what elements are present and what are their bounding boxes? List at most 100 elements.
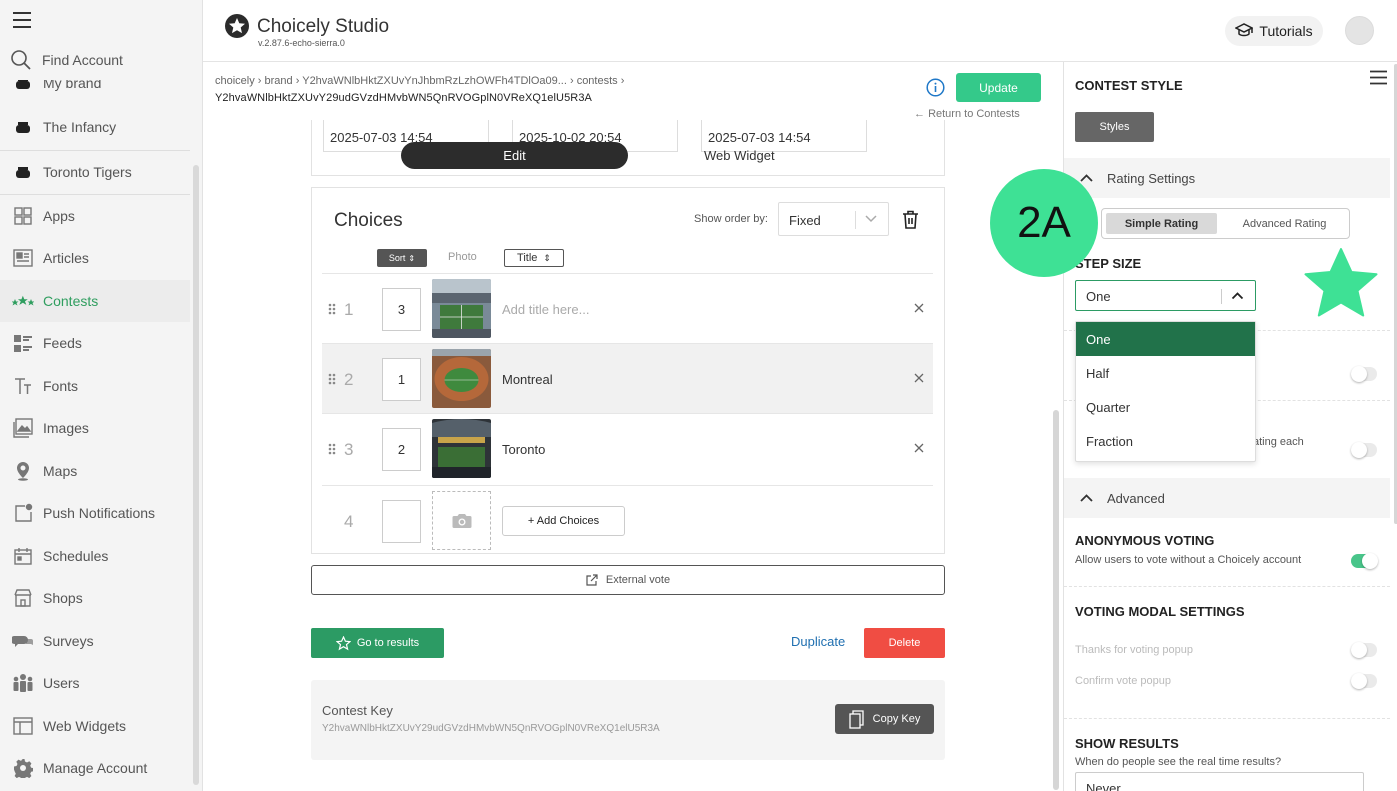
gear-icon <box>12 757 34 779</box>
photo-column-header: Photo <box>448 251 477 263</box>
drag-handle-icon[interactable] <box>328 373 336 385</box>
anonymous-voting-toggle[interactable] <box>1351 553 1378 569</box>
remove-choice-icon[interactable] <box>914 303 924 313</box>
panel-menu-icon[interactable] <box>1370 70 1387 85</box>
styles-button[interactable]: Styles <box>1075 112 1154 142</box>
breadcrumb[interactable]: choicely › brand › Y2hvaWNlbHktZXUvYnJhb… <box>215 75 624 87</box>
step-size-select[interactable]: One <box>1075 280 1256 311</box>
choice-title-input[interactable]: Add title here... <box>502 302 589 317</box>
sidebar-item-surveys[interactable]: Surveys <box>0 620 190 662</box>
remove-choice-icon[interactable] <box>914 373 924 383</box>
sidebar: My brand Find Account The Infancy Toront… <box>0 0 203 791</box>
choice-row[interactable]: 2 1 Montreal <box>322 343 933 413</box>
simple-rating-tab[interactable]: Simple Rating <box>1106 213 1217 234</box>
update-button[interactable]: Update <box>956 73 1041 102</box>
step-option-fraction[interactable]: Fraction <box>1076 424 1255 458</box>
remove-choice-icon[interactable] <box>914 443 924 453</box>
step-option-half[interactable]: Half <box>1076 356 1255 390</box>
breadcrumb-current: Y2hvaWNlbHktZXUvY29udGVzdHMvbWN5QnRVOGpl… <box>215 92 592 104</box>
drag-handle-icon[interactable] <box>328 303 336 315</box>
sidebar-item-label: Maps <box>43 463 78 479</box>
sidebar-item-label: Users <box>43 675 80 691</box>
show-results-value: Never <box>1086 781 1121 791</box>
bowl-icon <box>12 161 34 183</box>
show-order-select[interactable]: Fixed <box>778 202 889 236</box>
go-to-results-button[interactable]: Go to results <box>311 628 444 658</box>
top-header: Choicely Studio v.2.87.6-echo-sierra.0 T… <box>203 0 1397 62</box>
sidebar-item-web-widgets[interactable]: Web Widgets <box>0 705 190 747</box>
font-icon <box>12 375 34 397</box>
sidebar-item-schedules[interactable]: Schedules <box>0 535 190 577</box>
choice-photo[interactable] <box>432 279 491 338</box>
find-account-search[interactable]: Find Account <box>0 40 190 80</box>
panel-title: CONTEST STYLE <box>1075 78 1183 93</box>
sidebar-item-maps[interactable]: Maps <box>0 450 190 492</box>
choice-order-input[interactable]: 1 <box>382 358 421 401</box>
choice-row[interactable]: 1 3 Add title here... <box>322 273 933 343</box>
sort-button[interactable]: Sort ⇕ <box>377 249 427 267</box>
sidebar-item-articles[interactable]: Articles <box>0 237 190 279</box>
sidebar-item-fonts[interactable]: Fonts <box>0 365 190 407</box>
step-size-value: One <box>1086 289 1111 304</box>
sidebar-item-label: Contests <box>43 293 99 309</box>
tutorials-button[interactable]: Tutorials <box>1225 16 1323 46</box>
choice-order-input[interactable]: 2 <box>382 428 421 471</box>
sidebar-brand-the-infancy[interactable]: The Infancy <box>0 106 190 148</box>
sidebar-item-label: Push Notifications <box>43 505 156 521</box>
choice-photo[interactable] <box>432 419 491 478</box>
show-results-desc: When do people see the real time results… <box>1075 756 1282 768</box>
duplicate-link[interactable]: Duplicate <box>791 634 845 649</box>
tab-web-widget[interactable]: Web Widget <box>704 148 775 163</box>
trash-icon[interactable] <box>902 210 919 229</box>
choice-title-input[interactable]: Toronto <box>502 442 545 457</box>
confirm-popup-toggle[interactable] <box>1351 673 1377 689</box>
sidebar-item-contests[interactable]: Contests <box>0 280 190 322</box>
choices-title: Choices <box>334 210 403 231</box>
setting-toggle[interactable] <box>1351 442 1377 458</box>
show-results-title: SHOW RESULTS <box>1075 736 1179 751</box>
thanks-popup-toggle[interactable] <box>1351 642 1377 658</box>
sidebar-item-shops[interactable]: Shops <box>0 577 190 619</box>
sidebar-item-label: Manage Account <box>43 760 148 776</box>
sidebar-brand-toronto-tigers[interactable]: Toronto Tigers <box>0 151 190 193</box>
sidebar-item-users[interactable]: Users <box>0 662 190 704</box>
return-to-contests-link[interactable]: ← Return to Contests <box>914 108 1020 120</box>
rating-settings-header[interactable]: Rating Settings <box>1064 158 1390 198</box>
step-option-one[interactable]: One <box>1076 322 1255 356</box>
show-results-select[interactable]: Never <box>1075 772 1364 791</box>
sidebar-item-images[interactable]: Images <box>0 407 190 449</box>
external-vote-button[interactable]: External vote <box>311 565 945 595</box>
tab-edit[interactable]: Edit <box>401 142 628 169</box>
add-photo-slot[interactable] <box>432 491 491 550</box>
choice-order-input[interactable] <box>382 500 421 543</box>
choice-row[interactable]: 3 2 Toronto <box>322 413 933 483</box>
sidebar-item-label: Images <box>43 420 89 436</box>
sidebar-item-apps[interactable]: Apps <box>0 195 190 237</box>
sidebar-item-manage-account[interactable]: Manage Account <box>0 747 190 789</box>
thanks-popup-label: Thanks for voting popup <box>1075 644 1194 656</box>
step-option-quarter[interactable]: Quarter <box>1076 390 1255 424</box>
sidebar-scrollbar[interactable] <box>193 165 199 785</box>
copy-key-button[interactable]: Copy Key <box>835 704 934 734</box>
main-scrollbar[interactable] <box>1053 410 1059 790</box>
choice-order-input[interactable]: 3 <box>382 288 421 331</box>
new-choice-row: 4 + Add Choices <box>322 485 933 555</box>
advanced-label: Advanced <box>1107 490 1165 506</box>
user-avatar[interactable] <box>1345 16 1374 45</box>
choice-title-input[interactable]: Montreal <box>502 372 553 387</box>
advanced-header[interactable]: Advanced <box>1064 478 1390 518</box>
shop-icon <box>12 587 34 609</box>
advanced-rating-tab[interactable]: Advanced Rating <box>1222 213 1347 234</box>
external-link-icon <box>586 574 598 586</box>
sidebar-item-push-notifications[interactable]: Push Notifications <box>0 492 190 534</box>
choice-photo[interactable] <box>432 349 491 408</box>
info-icon[interactable] <box>926 78 945 97</box>
sidebar-item-feeds[interactable]: Feeds <box>0 322 190 364</box>
drag-handle-icon[interactable] <box>328 443 336 455</box>
title-sort-button[interactable]: Title ⇕ <box>504 249 564 267</box>
delete-button[interactable]: Delete <box>864 628 945 658</box>
hamburger-menu-icon[interactable] <box>12 10 32 30</box>
setting-toggle[interactable] <box>1351 366 1377 382</box>
choice-index: 4 <box>344 512 354 531</box>
add-choices-button[interactable]: + Add Choices <box>502 506 625 536</box>
